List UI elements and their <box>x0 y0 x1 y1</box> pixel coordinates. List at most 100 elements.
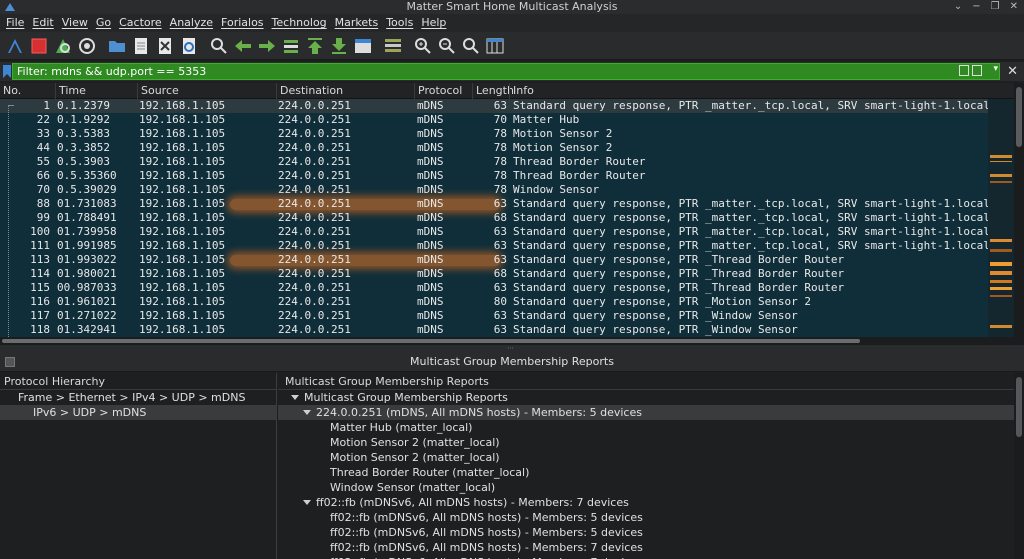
packet-row[interactable]: 116 01.961021 192.168.1.105 224.0.0.251 mDNS… <box>0 295 988 309</box>
member-device-item[interactable]: ff02::fb (mDNSv6, All mDNS hosts) - Memb… <box>278 540 1014 555</box>
scrollbar-thumb[interactable] <box>1016 377 1022 437</box>
column-protocol[interactable]: Protocol <box>414 83 472 99</box>
window-menu-button[interactable]: ⌄ <box>954 0 962 14</box>
multicast-group-item[interactable]: 224.0.0.251 (mDNS, All mDNS hosts) - Mem… <box>278 405 1014 420</box>
packet-row[interactable]: 111 01.991985 192.168.1.105 224.0.0.251 mDNS… <box>0 239 988 253</box>
menu-markets[interactable]: Markets <box>331 14 383 32</box>
last-packet-icon[interactable] <box>327 34 351 58</box>
multicast-group-item[interactable]: ff02::fb (mDNSv6, All mDNS hosts) - Memb… <box>278 495 1014 510</box>
packet-row[interactable]: 1 0.1.2379 192.168.1.105 224.0.0.251 mDNS 63 S… <box>0 99 988 113</box>
packet-row[interactable]: 114 01.980021 192.168.1.105 224.0.0.251 mDNS… <box>0 267 988 281</box>
packet-row[interactable]: 88 01.731083 192.168.1.105 224.0.0.251 mDNS 6… <box>0 197 988 211</box>
member-device-item[interactable]: ff02::fb (mDNSv6, All mDNS hosts) - Memb… <box>278 525 1014 540</box>
menu-view[interactable]: View <box>58 14 92 32</box>
scrollbar-thumb[interactable] <box>1016 87 1022 147</box>
zoom-out-icon[interactable] <box>435 34 459 58</box>
maximize-button[interactable]: ❐ <box>991 0 1000 14</box>
column-source[interactable]: Source <box>137 83 276 99</box>
menu-forialos[interactable]: Forialos <box>217 14 268 32</box>
main-toolbar <box>0 32 1024 60</box>
reload-icon[interactable] <box>177 34 201 58</box>
expand-triangle-icon[interactable] <box>303 500 311 505</box>
member-device-item[interactable]: ff02::fb (mDNSv6, All mDNS hosts) - Memb… <box>278 510 1014 525</box>
cell-length: 63 <box>493 253 507 266</box>
packet-row[interactable]: 100 01.739958 192.168.1.105 224.0.0.251 mDNS… <box>0 225 988 239</box>
close-file-icon[interactable] <box>153 34 177 58</box>
packet-row[interactable]: 118 01.342941 192.168.1.105 224.0.0.251 mDNS… <box>0 323 988 337</box>
menu-cactore[interactable]: Cactore <box>115 14 166 32</box>
stop-icon[interactable] <box>27 34 51 58</box>
cell-length: 78 <box>493 141 507 154</box>
menu-technolog[interactable]: Technolog <box>268 14 331 32</box>
hierarchy-item[interactable]: IPv6 > UDP > mDNS <box>0 405 276 420</box>
filter-apply-icon[interactable] <box>972 65 982 76</box>
first-packet-icon[interactable] <box>303 34 327 58</box>
zoom-in-icon[interactable] <box>411 34 435 58</box>
display-filter-input[interactable]: Filter: mdns && udp.port == 5353 <box>12 63 1000 80</box>
menu-help[interactable]: Help <box>417 14 450 32</box>
menu-edit[interactable]: Edit <box>28 14 57 32</box>
packet-row[interactable]: 113 01.993022 192.168.1.105 224.0.0.251 mDNS… <box>0 253 988 267</box>
pane-splitter[interactable]: ⋯ <box>0 345 1024 352</box>
cell-destination: 224.0.0.251 <box>278 169 351 182</box>
membership-reports-pane: Multicast Group Membership Reports Multi… <box>278 373 1014 559</box>
expand-triangle-icon[interactable] <box>303 410 311 415</box>
resize-columns-icon[interactable] <box>483 34 507 58</box>
packet-list-vertical-scrollbar[interactable] <box>1014 83 1024 337</box>
column-length[interactable]: Length <box>472 83 514 99</box>
minimize-button[interactable]: − <box>972 0 980 14</box>
auto-scroll-icon[interactable] <box>351 34 375 58</box>
packet-row[interactable]: 22 0.1.9292 192.168.1.105 224.0.0.251 mDNS 70… <box>0 113 988 127</box>
bookmark-icon[interactable] <box>3 65 11 78</box>
column-destination[interactable]: Destination <box>276 83 414 99</box>
restart-capture-icon[interactable] <box>51 34 75 58</box>
cell-time: 01.342941 <box>57 323 117 336</box>
multicast-group-item[interactable]: Multicast Group Membership Reports <box>278 390 1014 405</box>
cell-info: Motion Sensor 2 <box>513 127 613 140</box>
save-file-icon[interactable] <box>129 34 153 58</box>
scrollbar-thumb[interactable] <box>2 339 860 343</box>
packet-row[interactable]: 33 0.3.5383 192.168.1.105 224.0.0.251 mDNS 78… <box>0 127 988 141</box>
packet-row[interactable]: 44 0.3.3852 192.168.1.105 224.0.0.251 mDNS 78… <box>0 141 988 155</box>
go-to-packet-icon[interactable] <box>279 34 303 58</box>
packet-minimap[interactable] <box>988 99 1014 337</box>
column-info[interactable]: Info <box>509 83 1014 99</box>
menu-go[interactable]: Go <box>92 14 115 32</box>
expand-triangle-icon[interactable] <box>291 395 299 400</box>
go-forward-icon[interactable] <box>255 34 279 58</box>
packet-row[interactable]: 115 00.987033 192.168.1.105 224.0.0.251 mDNS… <box>0 281 988 295</box>
cell-info: Motion Sensor 2 <box>513 141 613 154</box>
hierarchy-item[interactable]: Frame > Ethernet > IPv4 > UDP > mDNS <box>0 390 276 405</box>
close-filter-icon[interactable]: ✕ <box>1007 63 1018 80</box>
member-device-item[interactable]: Motion Sensor 2 (matter_local) <box>278 435 1014 450</box>
column-time[interactable]: Time <box>55 83 137 99</box>
menu-tools[interactable]: Tools <box>382 14 417 32</box>
filter-dropdown-icon[interactable]: ▾ <box>993 64 998 74</box>
member-device-item[interactable]: Window Sensor (matter_local) <box>278 480 1014 495</box>
menu-analyze[interactable]: Analyze <box>166 14 217 32</box>
packet-row[interactable]: 70 0.5.39029 192.168.1.105 224.0.0.251 mDNS 7… <box>0 183 988 197</box>
cell-time: 01.788491 <box>57 211 117 224</box>
colorize-icon[interactable] <box>381 34 405 58</box>
packet-row[interactable]: 66 0.5.35360 192.168.1.105 224.0.0.251 mDNS 7… <box>0 169 988 183</box>
find-icon[interactable] <box>207 34 231 58</box>
filter-expression-icon[interactable] <box>959 65 969 76</box>
member-device-item[interactable]: ff02::fb (mDNSv6, All mDNS hosts) - Memb… <box>278 555 1014 559</box>
member-device-item[interactable]: Matter Hub (matter_local) <box>278 420 1014 435</box>
packet-row[interactable]: 99 01.788491 192.168.1.105 224.0.0.251 mDNS 6… <box>0 211 988 225</box>
shark-fin-icon[interactable] <box>3 34 27 58</box>
cell-protocol: mDNS <box>417 183 444 196</box>
packet-row[interactable]: 117 01.271022 192.168.1.105 224.0.0.251 mDNS… <box>0 309 988 323</box>
packet-row[interactable]: 55 0.5.3903 192.168.1.105 224.0.0.251 mDNS 78… <box>0 155 988 169</box>
menu-file[interactable]: File <box>2 14 28 32</box>
open-file-icon[interactable] <box>105 34 129 58</box>
close-window-button[interactable]: ✕ <box>1010 0 1018 14</box>
cell-info: Standard query response, PTR _Thread Bor… <box>513 281 845 294</box>
column-no[interactable]: No. <box>0 83 55 99</box>
go-back-icon[interactable] <box>231 34 255 58</box>
capture-options-icon[interactable] <box>75 34 99 58</box>
member-device-item[interactable]: Motion Sensor 2 (matter_local) <box>278 450 1014 465</box>
reports-vertical-scrollbar[interactable] <box>1014 373 1024 559</box>
zoom-normal-icon[interactable] <box>459 34 483 58</box>
member-device-item[interactable]: Thread Border Router (matter_local) <box>278 465 1014 480</box>
